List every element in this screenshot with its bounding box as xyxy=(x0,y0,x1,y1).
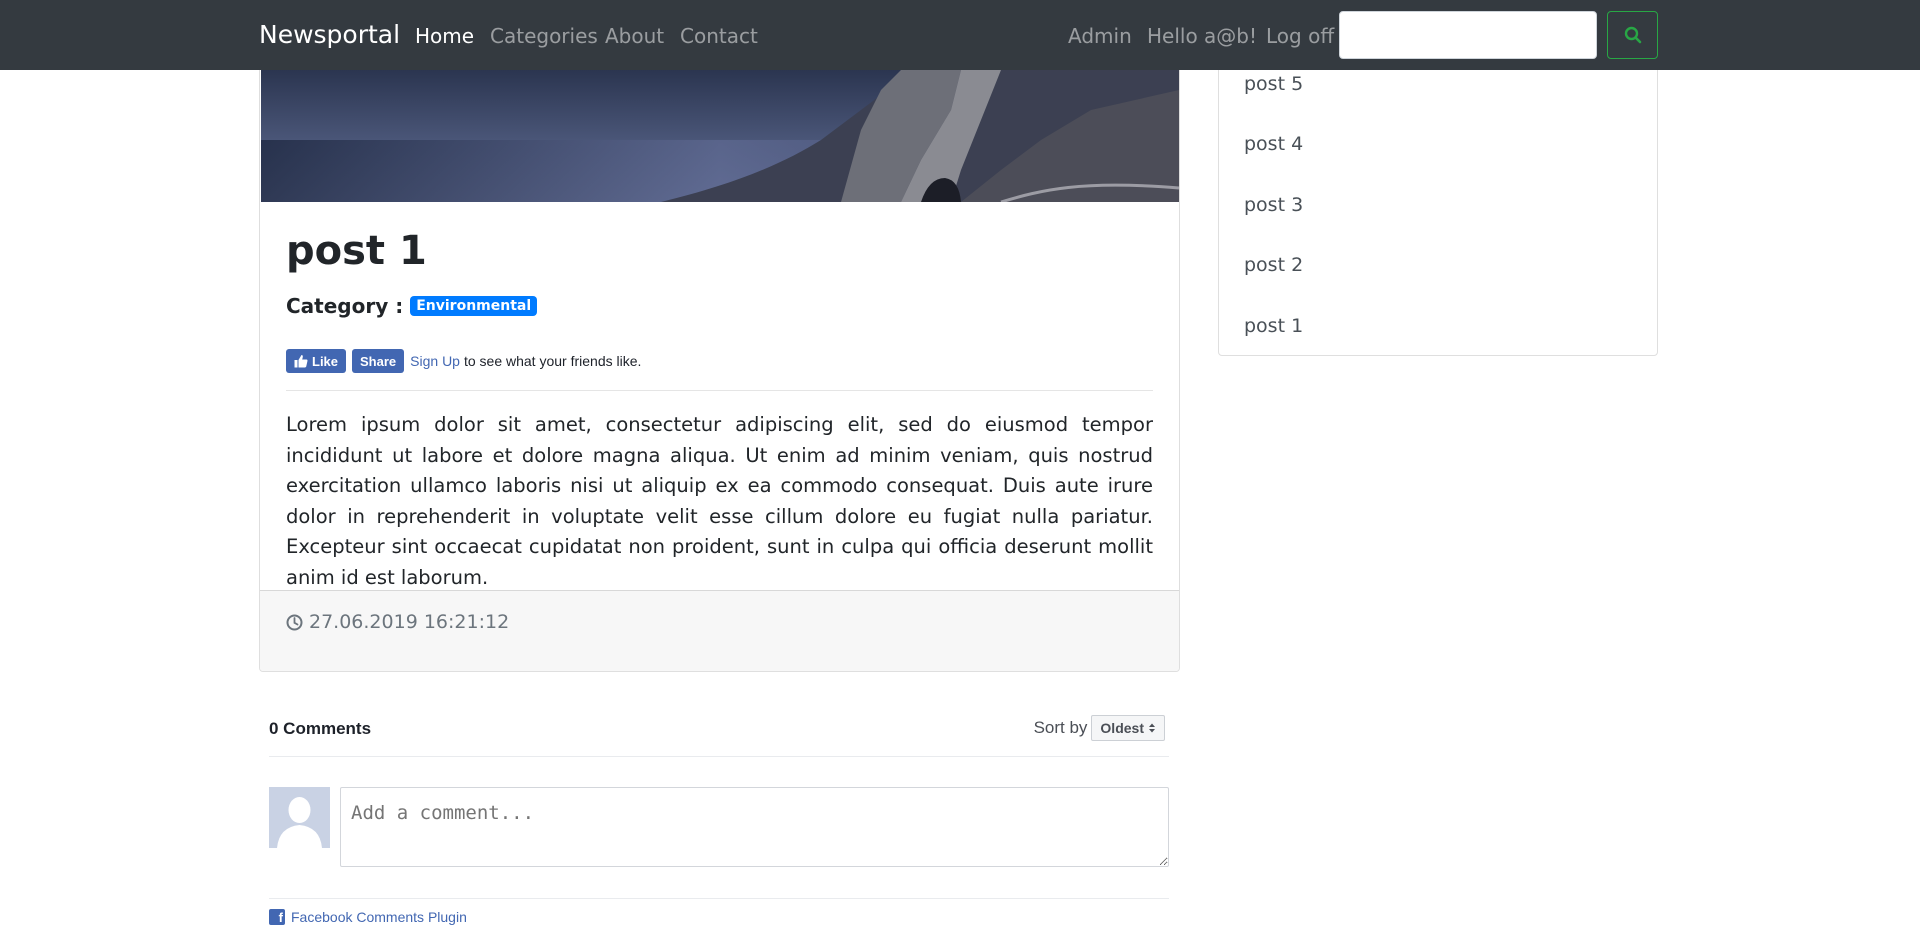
comment-input[interactable] xyxy=(340,787,1169,867)
comments-plugin-label: Facebook Comments Plugin xyxy=(291,909,467,925)
facebook-like-bar: Like Share Sign Up to see what your frie… xyxy=(286,348,641,374)
comments-sort: Sort by Oldest xyxy=(1034,715,1165,741)
clock-icon xyxy=(286,614,303,630)
facebook-icon: f xyxy=(269,909,285,925)
nav-link-contact[interactable]: Contact xyxy=(680,24,758,48)
nav-link-home[interactable]: Home xyxy=(415,24,474,48)
post-category: Category : Environmental xyxy=(286,294,538,318)
category-badge[interactable]: Environmental xyxy=(410,296,538,316)
list-item-post-4[interactable]: post 4 xyxy=(1244,133,1303,155)
list-item-post-1[interactable]: post 1 xyxy=(1244,315,1303,337)
list-item-post-2[interactable]: post 2 xyxy=(1244,254,1303,276)
facebook-like-button[interactable]: Like xyxy=(286,349,347,373)
comments-count: 0 Comments xyxy=(269,719,372,738)
list-item-post-3[interactable]: post 3 xyxy=(1244,194,1303,216)
post-title: post 1 xyxy=(286,228,427,274)
facebook-share-label: Share xyxy=(360,353,397,369)
nav-link-user-greeting[interactable]: Hello a@b! xyxy=(1147,24,1257,48)
brand-logo[interactable]: Newsportal xyxy=(259,20,400,49)
sort-select-value: Oldest xyxy=(1100,720,1144,736)
avatar xyxy=(269,787,330,848)
category-label: Category : xyxy=(286,294,404,318)
sort-select[interactable]: Oldest xyxy=(1091,715,1165,741)
facebook-share-button[interactable]: Share xyxy=(352,349,405,373)
recent-posts-list: post 5 post 4 post 3 post 2 post 1 xyxy=(1218,58,1658,356)
post-hero-image xyxy=(261,70,1179,202)
search-button[interactable] xyxy=(1607,11,1658,59)
post-timestamp: 27.06.2019 16:21:12 xyxy=(286,611,509,633)
post-footer: 27.06.2019 16:21:12 xyxy=(260,590,1179,671)
post-card: post 1 Category : Environmental Like Sha… xyxy=(259,70,1180,672)
default-avatar-icon xyxy=(269,787,330,848)
nav-link-about[interactable]: About xyxy=(605,24,664,48)
thumbs-up-icon xyxy=(294,355,308,368)
nav-link-admin[interactable]: Admin xyxy=(1068,24,1132,48)
facebook-signup-text: to see what your friends like. xyxy=(463,353,642,369)
comments-plugin-link[interactable]: f Facebook Comments Plugin xyxy=(269,909,467,925)
comments-bottom-divider xyxy=(269,898,1169,899)
facebook-like-label: Like xyxy=(312,353,339,369)
post-content: Lorem ipsum dolor sit amet, consectetur … xyxy=(286,413,1153,589)
search-icon xyxy=(1624,26,1641,44)
post-divider xyxy=(286,390,1153,391)
top-navbar: Newsportal Home Categories About Contact… xyxy=(0,0,1920,70)
nav-link-logoff[interactable]: Log off xyxy=(1266,24,1334,48)
facebook-signup-link[interactable]: Sign Up xyxy=(410,353,460,369)
nav-link-categories[interactable]: Categories xyxy=(490,24,598,48)
sort-arrows-icon xyxy=(1149,723,1155,733)
list-item-post-5[interactable]: post 5 xyxy=(1244,73,1303,95)
comments-divider xyxy=(269,756,1169,757)
search-input[interactable] xyxy=(1339,11,1597,59)
sort-label: Sort by xyxy=(1033,718,1088,737)
post-timestamp-text: 27.06.2019 16:21:12 xyxy=(309,611,510,633)
